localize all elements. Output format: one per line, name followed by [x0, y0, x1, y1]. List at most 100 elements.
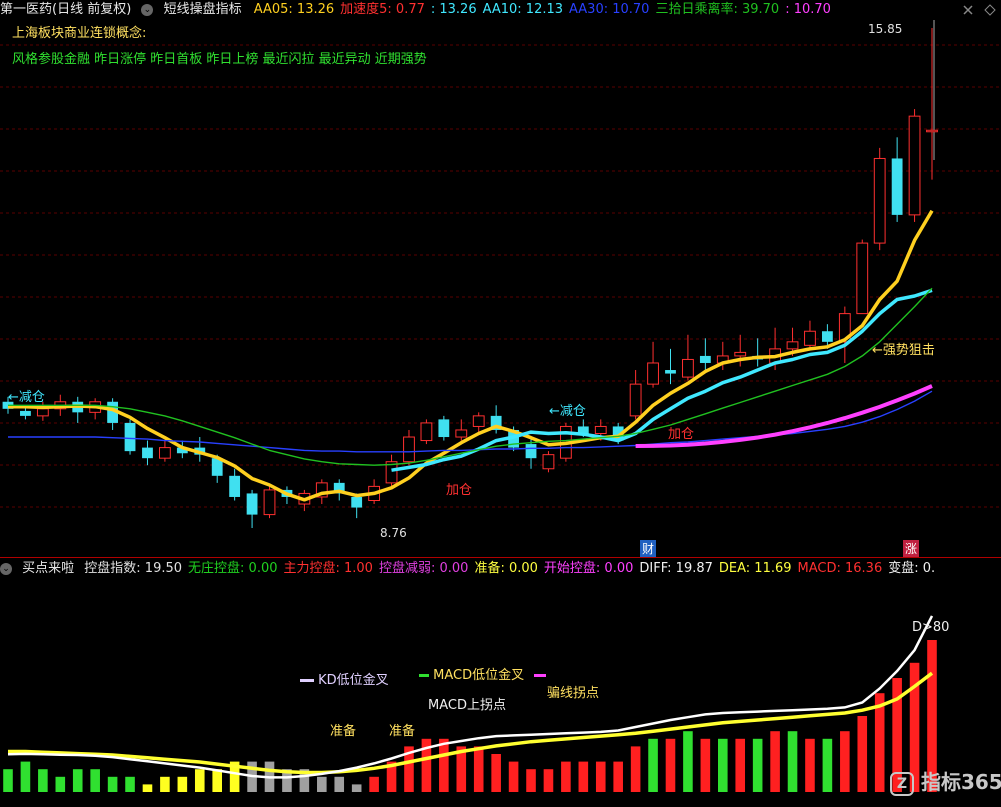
macd-bar — [491, 754, 501, 792]
sub-chart-header: ⌄ 买点来啦 控盘指数: 19.50 无庄控盘: 0.00 主力控盘: 1.00 控盘… — [0, 559, 1001, 579]
bottom-value-1: 无庄控盘: 0.00 — [188, 561, 278, 576]
macd-bar — [822, 738, 833, 792]
reduce-position-marker: ←减仓 — [8, 390, 45, 405]
candle-body — [124, 422, 136, 452]
macd-bar — [107, 776, 118, 792]
candle-body — [891, 158, 903, 215]
macd-bar — [787, 731, 798, 792]
macd-bar — [439, 738, 449, 792]
low-price-label: 8.76 — [380, 526, 407, 540]
macd-cross-legend: MACD低位金叉 — [419, 664, 547, 683]
candlestick-chart — [0, 20, 1001, 528]
candle-body — [873, 157, 886, 244]
candle-body — [455, 429, 468, 438]
candle-body — [403, 436, 415, 463]
ma-line-AA30 — [8, 390, 933, 453]
candle-body — [682, 358, 694, 378]
candle-body — [821, 331, 833, 342]
macd-cross-label: MACD低位金叉 — [433, 668, 525, 683]
prepare-label: 准备 — [330, 724, 357, 739]
candle-body — [36, 408, 49, 417]
macd-bar — [526, 769, 536, 792]
candle-body — [525, 444, 537, 459]
macd-bar — [90, 769, 100, 792]
sub-indicator-values: 控盘指数: 19.50 无庄控盘: 0.00 主力控盘: 1.00 控盘减弱: 0.0… — [84, 561, 941, 576]
high-price-label: 15.85 — [868, 22, 903, 36]
bottom-value-5: 开始控盘: 0.00 — [543, 561, 634, 576]
macd-bar — [735, 738, 746, 792]
watermark-logo-icon: Z — [890, 771, 914, 796]
candle-body — [629, 383, 642, 417]
macd-subchart — [3, 615, 937, 792]
earnings-marker[interactable]: 财 — [640, 540, 657, 557]
watermark: Z 指标365 — [890, 766, 1001, 796]
macd-bar — [160, 776, 170, 792]
bottom-value-9: 变盘: 0. — [888, 561, 936, 576]
d80-label: D>80 — [912, 620, 950, 635]
macd-bar — [317, 776, 327, 792]
candle-body — [246, 493, 258, 515]
macd-bar — [142, 784, 153, 792]
macd-bar — [770, 731, 780, 792]
candle-body — [420, 422, 433, 442]
macd-bar — [613, 761, 623, 792]
add-position-marker: 加仓 — [668, 427, 695, 442]
macd-bar — [648, 738, 658, 792]
bottom-value-3: 控盘减弱: 0.00 — [378, 561, 469, 576]
macd-bar — [578, 761, 589, 792]
candle-body — [594, 425, 607, 435]
candle-body — [734, 351, 747, 357]
candle-body — [438, 419, 450, 438]
candle-body — [472, 415, 485, 427]
macd-bar — [369, 776, 379, 792]
candle-body — [647, 362, 659, 385]
bottom-value-2: 主力控盘: 1.00 — [283, 561, 373, 576]
bias-turn-label: 骗线拐点 — [547, 686, 600, 701]
macd-turn-label: MACD上拐点 — [428, 698, 506, 713]
bottom-value-6: DIFF: 19.87 — [639, 561, 713, 576]
macd-bar — [38, 769, 48, 792]
macd-bar — [561, 761, 571, 792]
macd-bar — [351, 784, 362, 792]
macd-bar — [508, 761, 519, 792]
strong-snipe-marker: ←强势狙击 — [872, 343, 935, 358]
bottom-value-8: MACD: 16.36 — [797, 561, 883, 576]
macd-bar — [473, 746, 484, 792]
candle-body — [159, 447, 171, 459]
candle-body — [351, 496, 363, 508]
macd-bar — [595, 761, 606, 792]
kd-cross-label: KD低位金叉 — [318, 673, 389, 688]
bottom-value-0: 控盘指数: 19.50 — [84, 561, 183, 576]
candle-body — [856, 242, 869, 315]
macd-bar — [543, 769, 554, 792]
pane-divider[interactable] — [0, 557, 1001, 558]
sub-indicator-name[interactable]: 买点来啦 — [22, 561, 74, 576]
candle-body — [263, 489, 276, 516]
candle-body — [699, 355, 711, 363]
macd-bar — [665, 738, 676, 792]
candle-body — [786, 341, 799, 350]
macd-bar — [840, 731, 850, 792]
prepare-label: 准备 — [389, 724, 416, 739]
candle-body — [20, 410, 31, 416]
macd-bar — [20, 761, 31, 792]
macd-bar — [194, 769, 205, 792]
bottom-value-7: DEA: 11.69 — [718, 561, 792, 576]
macd-bar — [3, 769, 13, 792]
macd-bar — [125, 776, 135, 792]
macd-bar — [752, 738, 763, 792]
candle-body — [926, 129, 938, 133]
macd-bar — [72, 769, 83, 792]
macd-bar — [177, 776, 188, 792]
add-position-marker: 加仓 — [446, 483, 473, 498]
macd-bar — [857, 716, 868, 792]
macd-bar — [630, 746, 641, 792]
macd-bar — [683, 731, 693, 792]
macd-bar — [717, 738, 728, 792]
macd-bar — [212, 769, 223, 792]
candle-body — [142, 447, 153, 459]
limit-up-marker[interactable]: 涨 — [903, 540, 920, 557]
reduce-position-marker: ←减仓 — [549, 404, 586, 419]
chevron-down-icon[interactable]: ⌄ — [0, 562, 12, 575]
candle-body — [229, 475, 241, 497]
